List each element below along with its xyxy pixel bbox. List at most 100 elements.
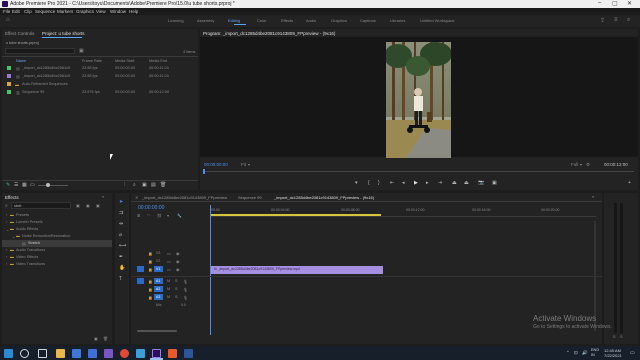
- track-lock-icon[interactable]: 🔒: [148, 287, 153, 292]
- edge-icon[interactable]: [72, 349, 81, 358]
- search-icon[interactable]: [20, 349, 29, 358]
- column-media-end[interactable]: Media End: [149, 59, 167, 63]
- tree-item-noise-reduction[interactable]: Noise Reduction/Restoration: [22, 234, 70, 238]
- minimize-icon[interactable]: –: [598, 0, 601, 6]
- time-ruler[interactable]: 00:00 00:00:04:00 00:00:08:00 00:00:12:0…: [211, 204, 596, 217]
- type-tool-icon[interactable]: T: [119, 276, 122, 282]
- icon-view-icon[interactable]: ▦: [22, 182, 27, 188]
- selection-tool-icon[interactable]: ➤: [119, 199, 123, 205]
- share-icon[interactable]: ⇪: [600, 17, 605, 24]
- comparison-view-icon[interactable]: ▣: [492, 180, 497, 186]
- mark-out-icon[interactable]: }: [378, 180, 380, 186]
- track-lock-icon[interactable]: 🔒: [148, 279, 153, 284]
- insert-nest-icon[interactable]: ⊞: [137, 213, 140, 218]
- solo-button[interactable]: S: [175, 295, 178, 299]
- yuv-effects-icon[interactable]: ▣: [96, 203, 100, 208]
- menu-edit[interactable]: Edit: [12, 9, 20, 14]
- photos-icon[interactable]: [136, 349, 145, 358]
- mute-button[interactable]: M: [167, 287, 170, 291]
- new-item-icon[interactable]: ▤: [151, 182, 156, 188]
- chevron-right-icon[interactable]: ›: [6, 220, 7, 224]
- project-search-input[interactable]: [5, 48, 75, 54]
- chevron-down-icon[interactable]: ⌄: [12, 234, 15, 239]
- eye-icon[interactable]: ◉: [176, 267, 179, 272]
- quick-export-icon[interactable]: ≡: [614, 17, 618, 23]
- add-button-icon[interactable]: +: [628, 180, 631, 186]
- chevron-down-icon[interactable]: ⌄: [6, 227, 9, 232]
- linked-selection-icon[interactable]: ⛓: [157, 213, 162, 218]
- eye-icon[interactable]: ◉: [176, 259, 179, 264]
- tree-item-audio-effects[interactable]: Audio Effects: [16, 227, 38, 231]
- pencil-icon[interactable]: ✎: [6, 182, 10, 188]
- play-icon[interactable]: ▶: [414, 180, 418, 186]
- add-marker-icon[interactable]: ▾: [355, 180, 358, 186]
- pen-tool-icon[interactable]: ✒: [119, 254, 123, 260]
- panel-menu-icon[interactable]: ≡: [592, 195, 594, 199]
- timeline-timecode[interactable]: 00:00:00:00: [138, 205, 164, 211]
- mic-icon[interactable]: 🎙: [183, 279, 188, 284]
- timeline-settings-icon[interactable]: 🔧: [177, 213, 182, 218]
- track-lock-icon[interactable]: 🔒: [148, 267, 153, 272]
- workspace-captions[interactable]: Captions: [360, 18, 376, 23]
- column-media-start[interactable]: Media Start: [115, 59, 134, 63]
- chevron-down-icon[interactable]: ▾: [580, 162, 582, 167]
- tree-item-video-transitions[interactable]: Video Transitions: [16, 262, 45, 266]
- program-timecode-current[interactable]: 00:00:00:00: [204, 162, 228, 167]
- workspace-learning[interactable]: Learning: [168, 18, 184, 23]
- mic-icon[interactable]: 🎙: [183, 295, 188, 300]
- automate-to-sequence-icon[interactable]: ⫶: [124, 182, 125, 188]
- hand-tool-icon[interactable]: ✋: [119, 265, 125, 271]
- mute-button[interactable]: M: [167, 295, 170, 299]
- clock-date[interactable]: 7/22/2021: [604, 353, 622, 358]
- export-frame-icon[interactable]: 📷: [478, 180, 484, 186]
- windows-start-icon[interactable]: [4, 349, 13, 358]
- search-icon[interactable]: ⌕: [627, 17, 630, 24]
- step-back-icon[interactable]: ◂: [402, 180, 405, 186]
- menu-sequence[interactable]: Sequence: [35, 9, 55, 14]
- program-monitor-title[interactable]: Program: _import_dc1285d4be2081c9143809_…: [203, 31, 335, 36]
- step-forward-icon[interactable]: ▸: [426, 180, 429, 186]
- mute-button[interactable]: M: [167, 279, 170, 283]
- sync-lock-icon[interactable]: ▭: [167, 251, 171, 256]
- extract-icon[interactable]: ⏏: [464, 180, 469, 186]
- lift-icon[interactable]: ⏏: [452, 180, 457, 186]
- chevron-right-icon[interactable]: ›: [6, 248, 7, 252]
- menu-help[interactable]: Help: [129, 9, 138, 14]
- chevron-right-icon[interactable]: ›: [6, 262, 7, 266]
- track-select-tool-icon[interactable]: ⇉: [119, 210, 123, 216]
- visual-studio-icon[interactable]: [104, 349, 113, 358]
- new-bin-icon[interactable]: ▣: [142, 182, 147, 188]
- zoom-slider[interactable]: [38, 185, 68, 186]
- tree-item-stretch[interactable]: Stretch: [28, 241, 40, 245]
- media-encoder-icon[interactable]: [168, 349, 177, 358]
- find-icon[interactable]: ⌕: [133, 182, 136, 188]
- work-area-bar[interactable]: [211, 214, 381, 216]
- tab-project[interactable]: Project: u tube shorts: [42, 31, 85, 36]
- timeline-clip-v1[interactable]: fx _import_dc1285d4be2081c9143809_FPprev…: [211, 266, 383, 274]
- tab-sequence-fpreview[interactable]: _import_dc1285d4be2081c9143809_FPpreview: [142, 195, 227, 200]
- notification-icon[interactable]: ▭: [630, 350, 635, 356]
- freeform-view-icon[interactable]: ▭: [30, 182, 35, 188]
- slip-tool-icon[interactable]: ⟷: [119, 243, 126, 249]
- column-frame-rate[interactable]: Frame Rate: [82, 59, 102, 63]
- clear-icon[interactable]: 🗑: [160, 182, 166, 188]
- playhead-marker[interactable]: [203, 169, 205, 174]
- 32bit-effects-icon[interactable]: ▣: [86, 203, 90, 208]
- home-icon[interactable]: ⌂: [6, 17, 10, 23]
- mic-icon[interactable]: 🎙: [183, 287, 188, 292]
- solo-button[interactable]: S: [175, 287, 178, 291]
- workspace-libraries[interactable]: Libraries: [390, 18, 405, 23]
- menu-view[interactable]: View: [96, 9, 106, 14]
- solo-button[interactable]: S: [620, 335, 623, 339]
- track-lock-icon[interactable]: 🔒: [148, 251, 153, 256]
- program-scrubber[interactable]: [204, 171, 634, 172]
- chrome-icon[interactable]: [120, 349, 129, 358]
- tray-up-icon[interactable]: ⌃: [566, 350, 570, 356]
- add-marker-icon[interactable]: ▾: [167, 213, 169, 218]
- master-track-value[interactable]: 0.0: [181, 303, 186, 307]
- tree-item-lumetri-presets[interactable]: Lumetri Presets: [16, 220, 43, 224]
- go-to-in-icon[interactable]: ⇤: [390, 180, 394, 186]
- file-explorer-icon[interactable]: [56, 349, 65, 358]
- chevron-right-icon[interactable]: ›: [6, 213, 7, 217]
- menu-graphics[interactable]: Graphics: [76, 9, 94, 14]
